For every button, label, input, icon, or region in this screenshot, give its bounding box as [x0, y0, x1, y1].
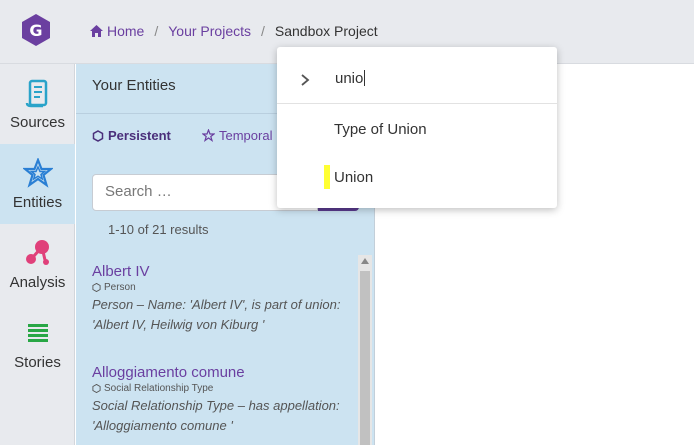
nav-item-entities[interactable]: Entities	[0, 144, 75, 224]
nav-item-sources[interactable]: Sources	[0, 64, 75, 144]
scrollbar-thumb[interactable]	[360, 271, 370, 445]
network-icon	[25, 240, 49, 265]
svg-text:G: G	[29, 21, 42, 40]
scroll-up-arrow-icon[interactable]	[361, 258, 369, 264]
entity-type-label: Person	[104, 282, 136, 293]
search-placeholder: Search …	[105, 183, 172, 200]
chevron-right-icon[interactable]	[300, 73, 310, 87]
nav-label: Entities	[12, 194, 63, 211]
scroll-icon	[25, 79, 47, 108]
autocomplete-dropdown: unio Type of Union Union	[277, 47, 557, 208]
list-item[interactable]: Albert IV Person Person – Name: 'Albert …	[92, 263, 352, 335]
entity-description-line: Social Relationship Type – has appellati…	[92, 398, 340, 413]
lines-icon	[27, 324, 48, 342]
nav-label: Sources	[9, 114, 66, 131]
breadcrumb-separator: /	[261, 23, 265, 39]
autocomplete-option[interactable]: Type of Union	[334, 121, 427, 138]
nav-item-analysis[interactable]: Analysis	[0, 224, 75, 304]
highlight-marker	[324, 165, 330, 189]
entity-name[interactable]: Alloggiamento comune	[92, 364, 352, 381]
entity-description: Person – Name: 'Albert IV', is part of u…	[92, 295, 352, 335]
results-count: 1-10 of 21 results	[108, 222, 209, 237]
star-outline-icon	[202, 129, 215, 142]
left-nav-rail: Sources Entities Analysis Stories	[0, 64, 75, 445]
breadcrumb: Home / Your Projects / Sandbox Project	[90, 23, 378, 39]
app-logo-icon[interactable]: G	[21, 13, 51, 47]
divider	[277, 103, 557, 104]
nav-label: Analysis	[9, 274, 66, 291]
list-item[interactable]: Alloggiamento comune Social Relationship…	[92, 364, 352, 436]
panel-title: Your Entities	[92, 77, 176, 94]
entity-description-line: Person – Name: 'Albert IV', is part of u…	[92, 297, 341, 312]
tab-temporal[interactable]: Temporal	[202, 128, 272, 143]
breadcrumb-current: Sandbox Project	[274, 23, 378, 39]
hexagon-icon	[92, 384, 101, 393]
entity-type-label: Social Relationship Type	[104, 383, 214, 394]
star-icon	[22, 158, 53, 188]
scrollbar[interactable]	[358, 255, 372, 445]
nav-item-stories[interactable]: Stories	[0, 304, 75, 384]
hexagon-icon	[92, 283, 101, 292]
tab-label: Persistent	[108, 128, 171, 143]
breadcrumb-home[interactable]: Home	[107, 23, 144, 39]
tab-label: Temporal	[219, 128, 273, 143]
breadcrumb-your-projects[interactable]: Your Projects	[168, 23, 251, 39]
hexagon-icon	[92, 129, 104, 142]
autocomplete-input[interactable]: unio	[335, 70, 366, 87]
entity-type: Social Relationship Type	[92, 383, 352, 394]
entity-type: Person	[92, 282, 352, 293]
nav-label: Stories	[14, 354, 61, 371]
home-icon[interactable]	[90, 25, 103, 37]
entity-description-line: 'Alloggiamento comune '	[92, 418, 233, 433]
breadcrumb-separator: /	[154, 23, 159, 39]
entity-description-line: 'Albert IV, Heilwig von Kiburg '	[92, 317, 265, 332]
entity-name[interactable]: Albert IV	[92, 263, 352, 280]
autocomplete-input-value: unio	[335, 70, 364, 87]
text-caret	[364, 70, 366, 86]
entity-description: Social Relationship Type – has appellati…	[92, 396, 352, 436]
tab-persistent[interactable]: Persistent	[92, 128, 171, 143]
autocomplete-option[interactable]: Union	[334, 169, 373, 186]
